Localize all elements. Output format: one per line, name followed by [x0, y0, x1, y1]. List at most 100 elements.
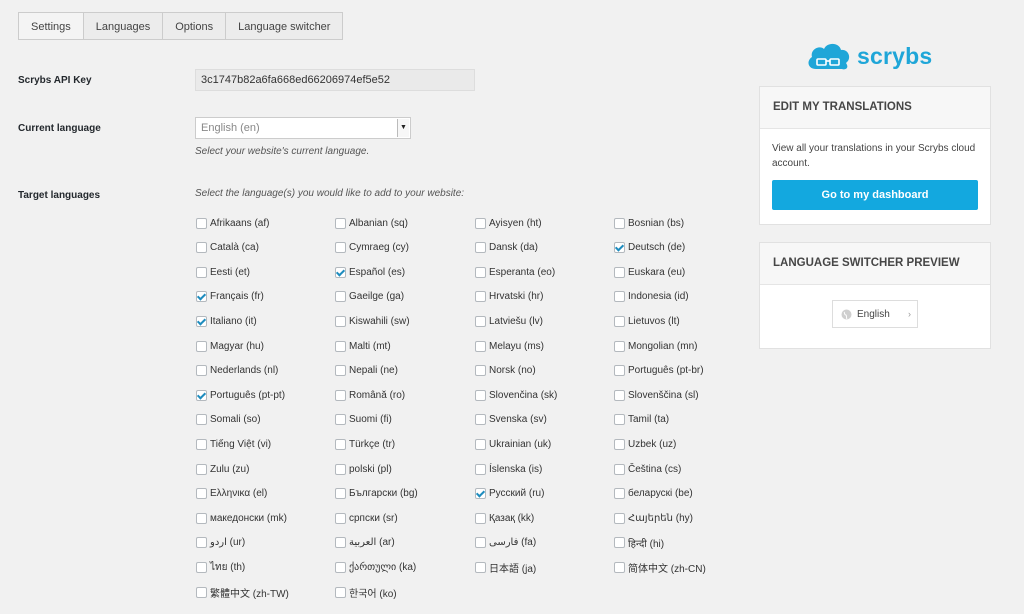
language-checkbox[interactable]: [475, 217, 486, 229]
language-option[interactable]: Albanian (sq): [335, 216, 408, 230]
language-option[interactable]: Ayisyen (ht): [475, 216, 542, 230]
language-checkbox[interactable]: [475, 561, 486, 573]
language-option[interactable]: Português (pt-pt): [196, 388, 285, 402]
tab-languages[interactable]: Languages: [82, 12, 163, 40]
language-option[interactable]: Italiano (it): [196, 314, 257, 328]
language-option[interactable]: Deutsch (de): [614, 241, 685, 255]
language-option[interactable]: српски (sr): [335, 511, 398, 525]
language-checkbox[interactable]: [475, 291, 486, 303]
language-checkbox[interactable]: [335, 438, 346, 450]
language-option[interactable]: Zulu (zu): [196, 462, 249, 476]
language-checkbox[interactable]: [475, 365, 486, 377]
language-checkbox[interactable]: [614, 365, 625, 377]
language-option[interactable]: Français (fr): [196, 290, 264, 304]
language-checkbox[interactable]: [614, 463, 625, 475]
language-option[interactable]: Esperanta (eo): [475, 265, 555, 279]
language-option[interactable]: Slovenčina (sk): [475, 388, 557, 402]
language-checkbox[interactable]: [335, 291, 346, 303]
language-option[interactable]: Malti (mt): [335, 339, 391, 353]
language-option[interactable]: Afrikaans (af): [196, 216, 269, 230]
language-checkbox[interactable]: [614, 561, 625, 573]
language-option[interactable]: ไทย (th): [196, 560, 245, 574]
language-option[interactable]: Lietuvos (lt): [614, 314, 680, 328]
language-option[interactable]: Türkçe (tr): [335, 437, 395, 451]
language-option[interactable]: Ελληνικα (el): [196, 487, 267, 501]
language-checkbox[interactable]: [335, 315, 346, 327]
language-option[interactable]: македонски (mk): [196, 511, 287, 525]
language-checkbox[interactable]: [196, 586, 207, 598]
language-checkbox[interactable]: [614, 512, 625, 524]
language-checkbox[interactable]: [335, 242, 346, 254]
language-checkbox[interactable]: [614, 414, 625, 426]
language-checkbox[interactable]: [475, 438, 486, 450]
language-option[interactable]: Suomi (fi): [335, 413, 392, 427]
language-option[interactable]: Euskara (eu): [614, 265, 685, 279]
language-checkbox[interactable]: [475, 315, 486, 327]
language-checkbox[interactable]: [475, 340, 486, 352]
language-option[interactable]: Norsk (no): [475, 364, 536, 378]
language-checkbox[interactable]: [335, 586, 346, 598]
language-checkbox[interactable]: [614, 389, 625, 401]
language-checkbox[interactable]: [335, 217, 346, 229]
language-checkbox[interactable]: [614, 242, 625, 254]
language-option[interactable]: Tiếng Việt (vi): [196, 437, 271, 451]
language-option[interactable]: Հայերեն (hy): [614, 511, 693, 525]
language-checkbox[interactable]: [196, 414, 207, 426]
language-checkbox[interactable]: [196, 266, 207, 278]
language-checkbox[interactable]: [196, 438, 207, 450]
language-checkbox[interactable]: [196, 217, 207, 229]
language-checkbox[interactable]: [196, 561, 207, 573]
language-checkbox[interactable]: [614, 537, 625, 549]
language-checkbox[interactable]: [335, 414, 346, 426]
language-checkbox[interactable]: [196, 340, 207, 352]
language-switcher-dropdown[interactable]: English ›: [832, 300, 918, 328]
language-option[interactable]: Uzbek (uz): [614, 437, 676, 451]
language-option[interactable]: Български (bg): [335, 487, 418, 501]
language-option[interactable]: Қазақ (kk): [475, 511, 534, 525]
language-option[interactable]: Melayu (ms): [475, 339, 544, 353]
language-checkbox[interactable]: [614, 217, 625, 229]
language-option[interactable]: Español (es): [335, 265, 405, 279]
language-checkbox[interactable]: [614, 438, 625, 450]
language-option[interactable]: Ukrainian (uk): [475, 437, 551, 451]
language-checkbox[interactable]: [196, 291, 207, 303]
language-checkbox[interactable]: [335, 488, 346, 500]
language-checkbox[interactable]: [475, 266, 486, 278]
tab-options[interactable]: Options: [162, 12, 226, 40]
language-option[interactable]: ქართული (ka): [335, 560, 416, 574]
language-checkbox[interactable]: [475, 242, 486, 254]
language-option[interactable]: Latviešu (lv): [475, 314, 543, 328]
language-checkbox[interactable]: [335, 537, 346, 549]
language-option[interactable]: Somali (so): [196, 413, 261, 427]
language-checkbox[interactable]: [614, 315, 625, 327]
current-language-select[interactable]: English (en) ▼: [195, 117, 411, 139]
language-option[interactable]: Indonesia (id): [614, 290, 689, 304]
language-checkbox[interactable]: [196, 389, 207, 401]
language-option[interactable]: беларускі (be): [614, 487, 693, 501]
language-checkbox[interactable]: [614, 488, 625, 500]
language-checkbox[interactable]: [196, 365, 207, 377]
language-checkbox[interactable]: [196, 463, 207, 475]
language-option[interactable]: Tamil (ta): [614, 413, 669, 427]
language-checkbox[interactable]: [475, 512, 486, 524]
language-option[interactable]: Hrvatski (hr): [475, 290, 543, 304]
language-checkbox[interactable]: [335, 365, 346, 377]
go-to-dashboard-button[interactable]: Go to my dashboard: [772, 180, 978, 210]
language-checkbox[interactable]: [614, 291, 625, 303]
language-option[interactable]: Kiswahili (sw): [335, 314, 410, 328]
language-option[interactable]: Română (ro): [335, 388, 405, 402]
language-checkbox[interactable]: [475, 537, 486, 549]
language-checkbox[interactable]: [335, 340, 346, 352]
language-option[interactable]: 简体中文 (zh-CN): [614, 560, 706, 575]
tab-language-switcher[interactable]: Language switcher: [225, 12, 344, 40]
language-option[interactable]: Svenska (sv): [475, 413, 547, 427]
language-checkbox[interactable]: [196, 315, 207, 327]
language-option[interactable]: Magyar (hu): [196, 339, 264, 353]
language-checkbox[interactable]: [335, 266, 346, 278]
tab-settings[interactable]: Settings: [18, 12, 83, 40]
language-checkbox[interactable]: [614, 266, 625, 278]
language-checkbox[interactable]: [475, 488, 486, 500]
language-option[interactable]: اردو (ur): [196, 536, 245, 550]
language-checkbox[interactable]: [614, 340, 625, 352]
language-option[interactable]: Dansk (da): [475, 241, 538, 255]
